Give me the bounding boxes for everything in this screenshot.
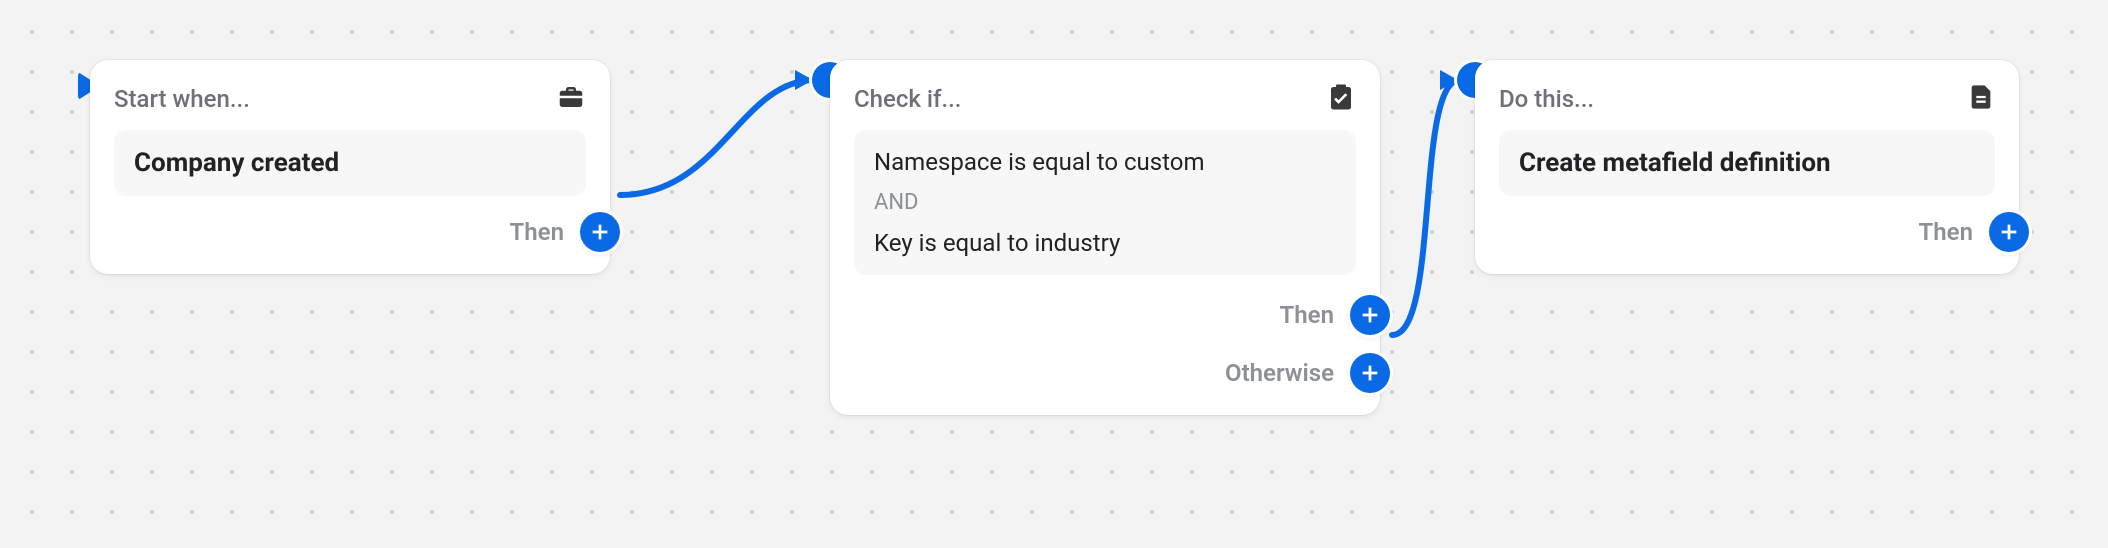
card-header: Check if... bbox=[854, 82, 1356, 116]
trigger-card[interactable]: Start when... Company created Then bbox=[90, 60, 610, 274]
add-then-button[interactable] bbox=[1350, 295, 1390, 335]
condition-card[interactable]: Check if... Namespace is equal to custom… bbox=[830, 60, 1380, 415]
then-label: Then bbox=[1280, 301, 1334, 329]
card-header: Start when... bbox=[114, 82, 586, 116]
document-icon bbox=[1967, 82, 1995, 116]
card-header-title: Check if... bbox=[854, 85, 961, 113]
condition-line-1: Namespace is equal to custom bbox=[874, 148, 1336, 176]
action-title: Create metafield definition bbox=[1499, 130, 1995, 196]
otherwise-label: Otherwise bbox=[1225, 359, 1334, 387]
card-header: Do this... bbox=[1499, 82, 1995, 116]
add-then-button[interactable] bbox=[1989, 212, 2029, 252]
then-label: Then bbox=[510, 218, 564, 246]
card-header-title: Do this... bbox=[1499, 85, 1594, 113]
action-card[interactable]: Do this... Create metafield definition T… bbox=[1475, 60, 2019, 274]
then-label: Then bbox=[1919, 218, 1973, 246]
add-otherwise-button[interactable] bbox=[1350, 353, 1390, 393]
condition-body: Namespace is equal to custom AND Key is … bbox=[854, 130, 1356, 275]
condition-operator: AND bbox=[874, 190, 1336, 215]
clipboard-check-icon bbox=[1326, 82, 1356, 116]
card-header-title: Start when... bbox=[114, 85, 250, 113]
trigger-title: Company created bbox=[114, 130, 586, 196]
add-then-button[interactable] bbox=[580, 212, 620, 252]
condition-line-2: Key is equal to industry bbox=[874, 229, 1336, 257]
briefcase-icon bbox=[556, 82, 586, 116]
